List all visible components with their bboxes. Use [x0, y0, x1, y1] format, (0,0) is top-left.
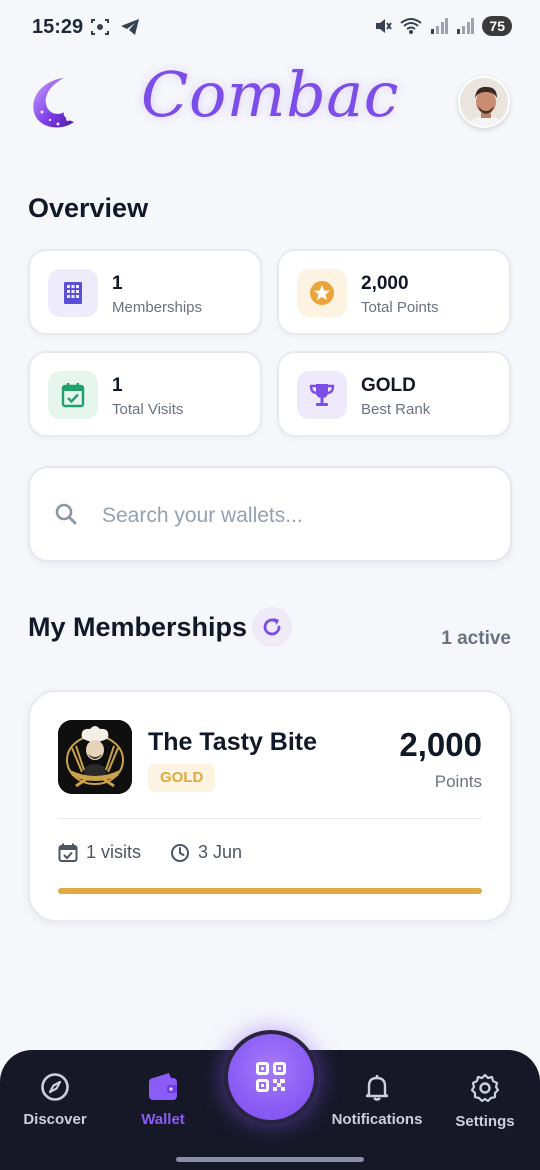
nav-item-discover[interactable]: Discover: [0, 1072, 110, 1128]
memberships-title: My Memberships: [28, 612, 248, 642]
signal-icon-2: [457, 18, 475, 34]
visits-text: 1 visits: [86, 842, 142, 862]
qr-code-icon: [256, 1062, 286, 1092]
scan-qr-button[interactable]: [224, 1030, 318, 1124]
compass-icon: [41, 1073, 69, 1101]
stat-card-memberships[interactable]: 1 Memberships: [28, 249, 262, 335]
telegram-icon: [121, 19, 139, 35]
last-visit-info: 3 Jun: [170, 842, 242, 863]
stat-label: Total Points: [361, 299, 439, 316]
stat-card-total-points[interactable]: 2,000 Total Points: [277, 249, 511, 335]
refresh-icon: [263, 618, 281, 636]
card-divider: [58, 818, 482, 819]
trophy-icon: [309, 384, 335, 406]
refresh-button[interactable]: [252, 607, 292, 647]
building-icon: [64, 282, 82, 304]
stat-label: Best Rank: [361, 401, 431, 418]
points-label: Points: [434, 772, 482, 791]
overview-title: Overview: [28, 193, 149, 223]
chef-logo-icon: [58, 720, 132, 794]
nav-item-wallet[interactable]: Wallet: [108, 1072, 218, 1128]
battery-indicator: 75: [482, 16, 512, 36]
nav-label: Settings: [455, 1113, 515, 1130]
tier-progress-fill: [58, 888, 482, 894]
visits-info: 1 visits: [58, 842, 141, 863]
avatar[interactable]: [458, 76, 510, 128]
mute-icon: [376, 19, 393, 33]
stat-label: Total Visits: [112, 401, 184, 418]
stat-value: 1: [112, 273, 123, 294]
date-text: 3 Jun: [198, 842, 243, 862]
stat-value: 1: [112, 375, 123, 396]
merchant-name: The Tasty Bite: [148, 728, 318, 756]
search-input[interactable]: [102, 498, 482, 534]
stat-label: Memberships: [112, 299, 203, 316]
nav-label: Notifications: [331, 1111, 423, 1128]
status-time: 15:29: [32, 16, 84, 38]
home-indicator[interactable]: [176, 1157, 364, 1162]
membership-card[interactable]: The Tasty Bite GOLD 2,000 Points 1 visit…: [28, 690, 512, 922]
active-count: 1 active: [441, 628, 511, 649]
signal-icon: [431, 18, 449, 34]
status-bar: 15:29 75: [0, 0, 540, 56]
search-box[interactable]: [28, 466, 512, 562]
stat-card-best-rank[interactable]: GOLD Best Rank: [277, 351, 511, 437]
star-coin-icon: [310, 281, 334, 305]
points-value: 2,000: [399, 726, 482, 763]
stat-value: 2,000: [361, 273, 409, 294]
gear-icon: [470, 1073, 500, 1103]
search-icon: [55, 503, 77, 525]
merchant-logo: [58, 720, 132, 794]
nav-label: Discover: [23, 1111, 87, 1128]
nav-label: Wallet: [141, 1111, 185, 1128]
calendar-check-icon: [58, 843, 78, 862]
wallet-icon: [149, 1073, 177, 1100]
stat-value: GOLD: [361, 375, 416, 396]
clock-icon: [171, 843, 189, 862]
calendar-check-icon: [61, 383, 85, 408]
nav-item-notifications[interactable]: Notifications: [322, 1072, 432, 1128]
screen-record-icon: [91, 19, 109, 35]
rank-badge: GOLD: [148, 764, 216, 792]
bell-icon: [365, 1075, 389, 1101]
nav-item-settings[interactable]: Settings: [430, 1072, 540, 1130]
tier-progress-bar: [58, 888, 482, 894]
wifi-icon: [400, 18, 423, 34]
stat-card-total-visits[interactable]: 1 Total Visits: [28, 351, 262, 437]
